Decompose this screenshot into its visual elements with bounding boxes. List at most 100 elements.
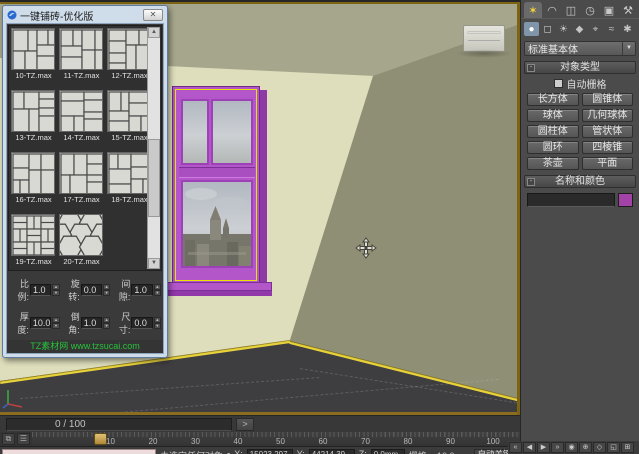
category-lights-icon[interactable]: ☀ (556, 22, 571, 36)
spinner-value-field[interactable]: 0.0 (131, 317, 152, 329)
frame-range-field[interactable]: 0 / 100 (6, 418, 232, 431)
object-button[interactable]: 四棱锥 (582, 141, 634, 154)
tile-item[interactable]: 10-TZ.max (11, 28, 56, 90)
tab-hierarchy-icon[interactable]: ◫ (562, 2, 580, 18)
tile-thumbnail[interactable] (59, 152, 103, 194)
object-button[interactable]: 圆环 (527, 141, 579, 154)
tile-item[interactable]: 20-TZ.max (59, 214, 104, 271)
tile-item[interactable]: 17-TZ.max (59, 152, 104, 214)
tile-item[interactable]: 13-TZ.max (11, 90, 56, 152)
y-coordinate-field[interactable]: 44214.39 (309, 449, 355, 454)
open-minicurve-button[interactable] (236, 418, 254, 431)
tile-item[interactable]: 16-TZ.max (11, 152, 56, 214)
rollout-name-color[interactable]: 名称和颜色 (524, 175, 636, 188)
zoom-icon[interactable]: ⊕ (579, 442, 592, 453)
close-icon[interactable] (143, 9, 163, 21)
rollout-object-type[interactable]: 对象类型 (524, 61, 636, 74)
tile-item[interactable]: 11-TZ.max (59, 28, 104, 90)
spin-down-icon[interactable] (52, 323, 59, 329)
spin-down-icon[interactable] (154, 323, 161, 329)
object-button[interactable]: 管状体 (582, 125, 634, 138)
scroll-up-icon[interactable] (148, 27, 160, 38)
object-button[interactable]: 茶壶 (527, 157, 579, 170)
scroll-down-icon[interactable] (148, 258, 160, 269)
window-object[interactable] (172, 86, 260, 284)
spin-down-icon[interactable] (154, 290, 161, 296)
x-coordinate-field[interactable]: 15023.297 (247, 449, 293, 454)
tile-thumbnail[interactable] (107, 28, 151, 70)
object-button[interactable]: 平面 (582, 157, 634, 170)
tab-display-icon[interactable]: ▣ (600, 2, 618, 18)
spinner-value-field[interactable]: 10.0 (30, 317, 52, 329)
object-button[interactable]: 几何球体 (582, 109, 634, 122)
prev-frame-icon[interactable]: ◀ (523, 442, 536, 453)
tile-thumbnail[interactable] (11, 90, 55, 132)
scrollbar[interactable] (147, 27, 160, 269)
object-name-input[interactable] (527, 193, 615, 207)
timeline-filter-icon[interactable]: ☰ (17, 433, 30, 445)
time-slider-thumb[interactable] (94, 433, 107, 445)
z-coordinate-field[interactable]: 0.0mm (371, 449, 405, 454)
ruler-tick-label: 30 (191, 437, 200, 446)
category-space-warps-icon[interactable]: ≈ (604, 22, 619, 36)
spinner-value-field[interactable]: 0.0 (81, 284, 102, 296)
category-shapes-icon[interactable]: ◻ (540, 22, 555, 36)
ac-unit-object[interactable] (463, 25, 505, 52)
dialog-title: 一键铺砖-优化版 (20, 8, 93, 23)
tab-modify-icon[interactable]: ◠ (543, 2, 561, 18)
tile-item[interactable]: 19-TZ.max (11, 214, 56, 271)
tile-thumbnail[interactable] (59, 90, 103, 132)
object-button[interactable]: 圆柱体 (527, 125, 579, 138)
spinner-value-field[interactable]: 1.0 (30, 284, 51, 296)
time-ruler[interactable]: 102030405060708090100 (32, 432, 520, 446)
tile-thumbnail[interactable] (107, 90, 151, 132)
spin-down-icon[interactable] (52, 290, 59, 296)
tile-grid: 10-TZ.max 11-TZ.max 12-TZ.max 13-TZ.max … (11, 28, 146, 270)
play-icon[interactable]: ▶ (537, 442, 550, 453)
chevron-down-icon[interactable] (622, 42, 635, 55)
tile-item[interactable]: 18-TZ.max (107, 152, 152, 214)
tab-motion-icon[interactable]: ◷ (581, 2, 599, 18)
primitive-type-dropdown[interactable]: 标准基本体 (524, 41, 636, 56)
object-color-swatch[interactable] (618, 193, 633, 207)
tile-item[interactable]: 15-TZ.max (107, 90, 152, 152)
tile-thumbnail[interactable] (107, 152, 151, 194)
object-button[interactable]: 圆锥体 (582, 93, 634, 106)
spin-down-icon[interactable] (103, 290, 110, 296)
dialog-titlebar[interactable]: 一键铺砖-优化版 (6, 7, 164, 23)
scrollbar-thumb[interactable] (148, 139, 160, 217)
spin-down-icon[interactable] (103, 323, 110, 329)
collapse-icon[interactable] (527, 64, 535, 72)
lock-selection-icon[interactable]: ▪ (227, 449, 230, 454)
tile-thumbnail[interactable] (11, 152, 55, 194)
tile-thumbnail[interactable] (59, 214, 103, 256)
collapse-icon[interactable] (527, 178, 535, 186)
category-geometry-icon[interactable]: ● (524, 22, 539, 36)
go-end-icon[interactable]: » (551, 442, 564, 453)
key-mode-icon[interactable]: ◉ (565, 442, 578, 453)
tile-item[interactable]: 14-TZ.max (59, 90, 104, 152)
spinner-arrows (52, 317, 59, 329)
maxscript-mini-listener[interactable] (2, 449, 156, 454)
object-button[interactable]: 长方体 (527, 93, 579, 106)
orbit-icon[interactable]: ◱ (607, 442, 620, 453)
timeline-mode-icon[interactable]: ⧉ (2, 433, 15, 445)
go-start-icon[interactable]: « (509, 442, 522, 453)
spinner-value-field[interactable]: 1.0 (81, 317, 102, 329)
tile-thumbnail[interactable] (11, 214, 55, 256)
tab-create-icon[interactable]: ✶ (524, 2, 542, 18)
autogrid-checkbox[interactable] (554, 79, 563, 88)
maximize-viewport-icon[interactable]: ⊞ (621, 442, 634, 453)
tab-utilities-icon[interactable]: ⚒ (619, 2, 637, 18)
website-link[interactable]: TZ素材网 www.tzsucai.com (7, 340, 163, 353)
pan-icon[interactable]: ◇ (593, 442, 606, 453)
tile-thumbnail[interactable] (11, 28, 55, 70)
category-helpers-icon[interactable]: ⌖ (588, 22, 603, 36)
tile-item[interactable]: 12-TZ.max (107, 28, 152, 90)
category-systems-icon[interactable]: ✱ (620, 22, 635, 36)
spinner-value-field[interactable]: 1.0 (131, 284, 152, 296)
tile-thumbnail[interactable] (59, 28, 103, 70)
tile-plugin-dialog[interactable]: 一键铺砖-优化版 10-TZ.max 11-TZ.max 12-TZ.max 1… (2, 5, 168, 358)
object-button[interactable]: 球体 (527, 109, 579, 122)
category-cameras-icon[interactable]: ◆ (572, 22, 587, 36)
